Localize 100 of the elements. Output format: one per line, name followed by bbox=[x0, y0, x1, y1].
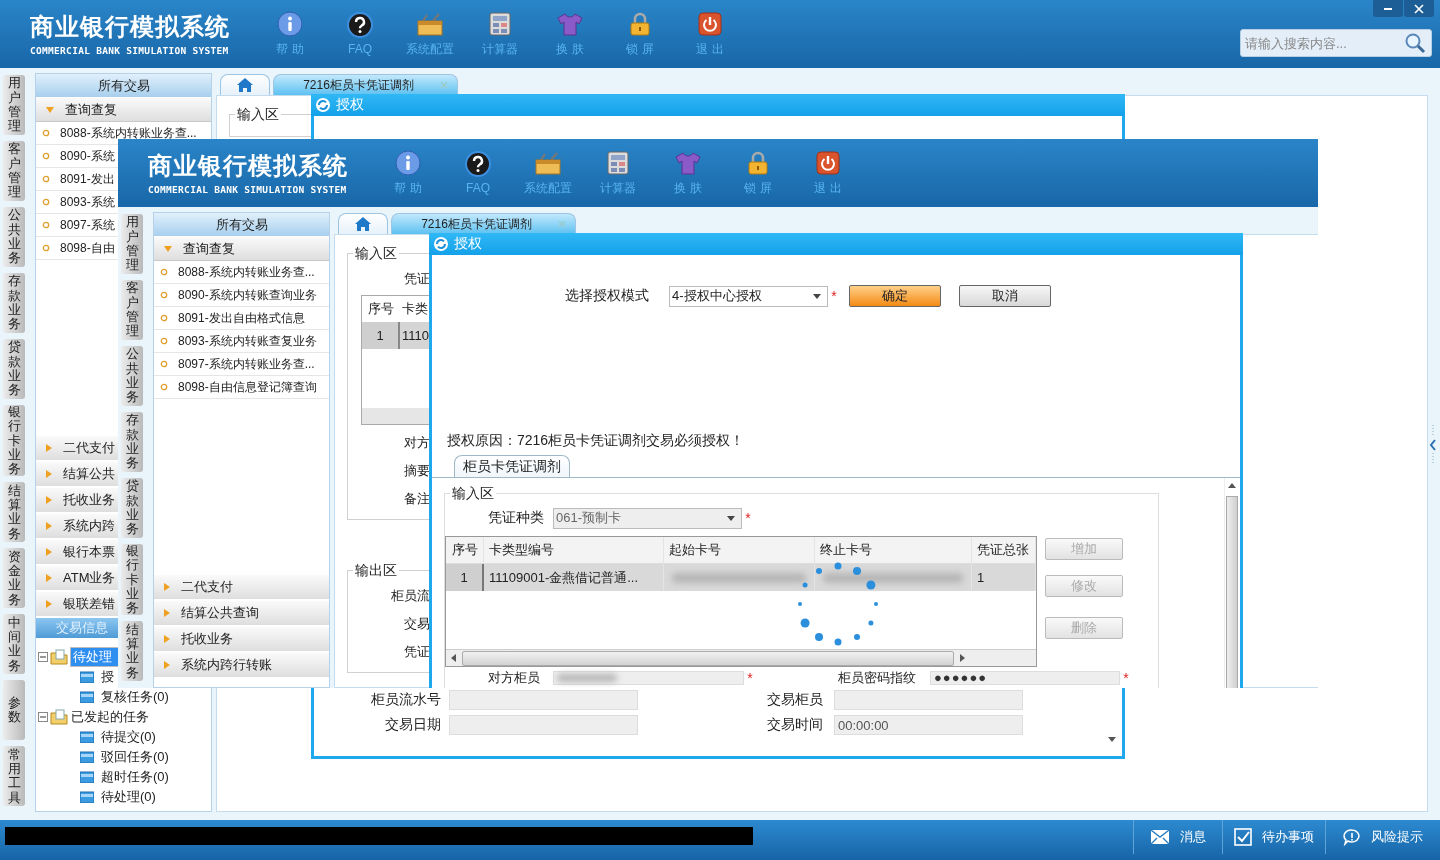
nav-item[interactable]: 8097-系统 bbox=[42, 216, 115, 234]
side-tab[interactable]: 中间业务 bbox=[3, 614, 25, 675]
folder-icon bbox=[80, 731, 94, 743]
text-field[interactable] bbox=[449, 690, 638, 710]
page-tab[interactable]: 7216柜员卡凭证调剂 bbox=[391, 213, 576, 234]
nav-item[interactable]: 8091-发出 bbox=[42, 170, 115, 188]
folder-icon bbox=[80, 671, 94, 683]
table-cell: 1 bbox=[972, 564, 1036, 591]
side-tab[interactable]: 贷款业务 bbox=[3, 339, 25, 399]
nav-group[interactable]: 托收业务 bbox=[45, 491, 115, 509]
folder-icon bbox=[80, 691, 94, 703]
folder-icon bbox=[50, 709, 68, 725]
nav-item[interactable]: 8090-系统内转账查询业务 bbox=[160, 286, 317, 304]
status-button[interactable]: 风险提示 bbox=[1325, 820, 1440, 854]
side-tab[interactable]: 贷款业务 bbox=[121, 478, 143, 538]
nav-group[interactable]: 二代支付 bbox=[45, 439, 115, 457]
tree-item[interactable]: 复核任务(0) bbox=[100, 688, 170, 706]
column-header: 凭证总张 bbox=[972, 537, 1036, 563]
tree-item[interactable]: 驳回任务(0) bbox=[100, 748, 170, 766]
tree-item[interactable]: 已发起的任务 bbox=[70, 708, 150, 726]
text-field[interactable] bbox=[553, 671, 744, 685]
folder-icon bbox=[80, 771, 94, 783]
required-mark: * bbox=[746, 671, 754, 685]
nav-item[interactable]: 8088-系统内转账业务查... bbox=[42, 124, 197, 142]
close-button[interactable] bbox=[1404, 0, 1434, 17]
nav-group[interactable]: ATM业务 bbox=[45, 569, 116, 587]
page-tab[interactable]: 7216柜员卡凭证调剂 bbox=[273, 74, 458, 95]
side-tab[interactable]: 常用工具 bbox=[3, 746, 25, 807]
dialog-button[interactable]: 取消 bbox=[959, 285, 1051, 307]
side-tab[interactable]: 结算业务 bbox=[3, 482, 25, 543]
tree-item[interactable]: 待提交(0) bbox=[100, 728, 157, 746]
section-legend: 输入区 bbox=[450, 485, 496, 502]
side-tab[interactable]: 公共业务 bbox=[3, 207, 25, 267]
side-tab[interactable]: 结算业务 bbox=[121, 621, 143, 682]
search-field[interactable]: 请输入搜索内容... bbox=[1240, 29, 1432, 57]
dropdown-caret-icon bbox=[813, 293, 821, 299]
primary-button[interactable]: 确定 bbox=[849, 285, 941, 307]
nav-item[interactable]: 8098-自由信息登记簿查询 bbox=[160, 378, 317, 396]
dropdown[interactable]: 4-授权中心授权 bbox=[669, 285, 828, 307]
nav-item[interactable]: 8093-系统 bbox=[42, 193, 115, 211]
text-field[interactable]: 00:00:00 bbox=[834, 715, 1023, 735]
nav-group[interactable]: 系统内跨 bbox=[45, 517, 115, 535]
caret-down-icon bbox=[45, 105, 55, 114]
tree-item[interactable]: 超时任务(0) bbox=[100, 768, 170, 786]
side-tab[interactable]: 公共业务 bbox=[121, 346, 143, 406]
side-tab[interactable]: 客户管理 bbox=[3, 141, 25, 201]
tree-item[interactable]: 待处理(0) bbox=[100, 788, 157, 806]
text-field[interactable] bbox=[449, 715, 638, 735]
table-cell: 1 bbox=[362, 322, 400, 349]
nav-group[interactable]: 银行本票 bbox=[45, 543, 115, 561]
circular-arrows-icon bbox=[433, 236, 449, 252]
dropdown[interactable]: 061-预制卡 bbox=[553, 507, 742, 529]
nav-item[interactable]: 8097-系统内转账业务查... bbox=[160, 355, 315, 373]
home-tab[interactable] bbox=[220, 74, 270, 95]
app-title: 商业银行模拟系统 bbox=[148, 151, 348, 180]
nav-group[interactable]: 银联差错 bbox=[45, 595, 115, 613]
side-tab[interactable]: 用户管理 bbox=[121, 214, 143, 274]
vertical-scrollbar[interactable] bbox=[1224, 478, 1239, 688]
nav-item[interactable]: 8091-发出自由格式信息 bbox=[160, 309, 305, 327]
close-icon[interactable] bbox=[557, 220, 566, 228]
side-tab[interactable]: 用户管理 bbox=[3, 75, 25, 135]
side-tab[interactable]: 参数 bbox=[3, 680, 25, 741]
table-cell: 1 bbox=[446, 564, 484, 591]
bullet-icon bbox=[42, 129, 50, 137]
app-subtitle: COMMERCIAL BANK SIMULATION SYSTEM bbox=[148, 183, 347, 195]
field-label: 凭证 bbox=[404, 270, 430, 288]
text-field[interactable]: ●●●●●● bbox=[930, 671, 1120, 685]
side-tab[interactable]: 存款业务 bbox=[3, 273, 25, 333]
table-cell: 11109001-金燕借记普通... bbox=[484, 564, 664, 591]
status-button[interactable]: 消息 bbox=[1133, 820, 1222, 854]
side-tab[interactable]: 客户管理 bbox=[121, 280, 143, 340]
calculator-icon bbox=[487, 10, 513, 37]
bullet-icon bbox=[160, 268, 168, 276]
nav-item[interactable]: 8088-系统内转账业务查... bbox=[160, 263, 315, 281]
side-tab[interactable]: 银行卡业务 bbox=[3, 405, 25, 477]
side-tab[interactable]: 存款业务 bbox=[121, 412, 143, 472]
home-tab[interactable] bbox=[338, 213, 388, 234]
horizontal-scrollbar[interactable] bbox=[362, 408, 430, 424]
status-button[interactable]: 待办事项 bbox=[1222, 820, 1325, 854]
field-label: 柜员流水号 bbox=[370, 691, 441, 709]
dialog-title: 授权 bbox=[454, 235, 482, 253]
side-tab[interactable]: 银行卡业务 bbox=[121, 544, 143, 616]
field-label: 对方 bbox=[404, 434, 430, 452]
close-icon[interactable] bbox=[439, 81, 448, 89]
form-tab[interactable]: 柜员卡凭证调剂 bbox=[454, 455, 570, 477]
nav-item[interactable]: 8093-系统内转账查复业务 bbox=[160, 332, 317, 350]
side-tab[interactable]: 资金业务 bbox=[3, 548, 25, 609]
tree-item[interactable]: 授 bbox=[100, 668, 115, 686]
collapse-box-icon[interactable] bbox=[38, 651, 48, 662]
collapse-box-icon[interactable] bbox=[38, 711, 48, 722]
info-icon bbox=[395, 149, 421, 176]
text-field[interactable] bbox=[834, 690, 1023, 710]
nav-item[interactable]: 8090-系统 bbox=[42, 147, 115, 165]
minimize-button[interactable] bbox=[1373, 0, 1403, 17]
section-legend: 输入区 bbox=[353, 245, 399, 262]
nav-item[interactable]: 8098-自由 bbox=[42, 239, 115, 257]
checkbox-icon bbox=[1234, 828, 1252, 846]
collapse-handle-icon[interactable] bbox=[1429, 425, 1437, 465]
horizontal-scrollbar[interactable] bbox=[446, 649, 1036, 666]
field-label: 备注 bbox=[404, 490, 430, 508]
